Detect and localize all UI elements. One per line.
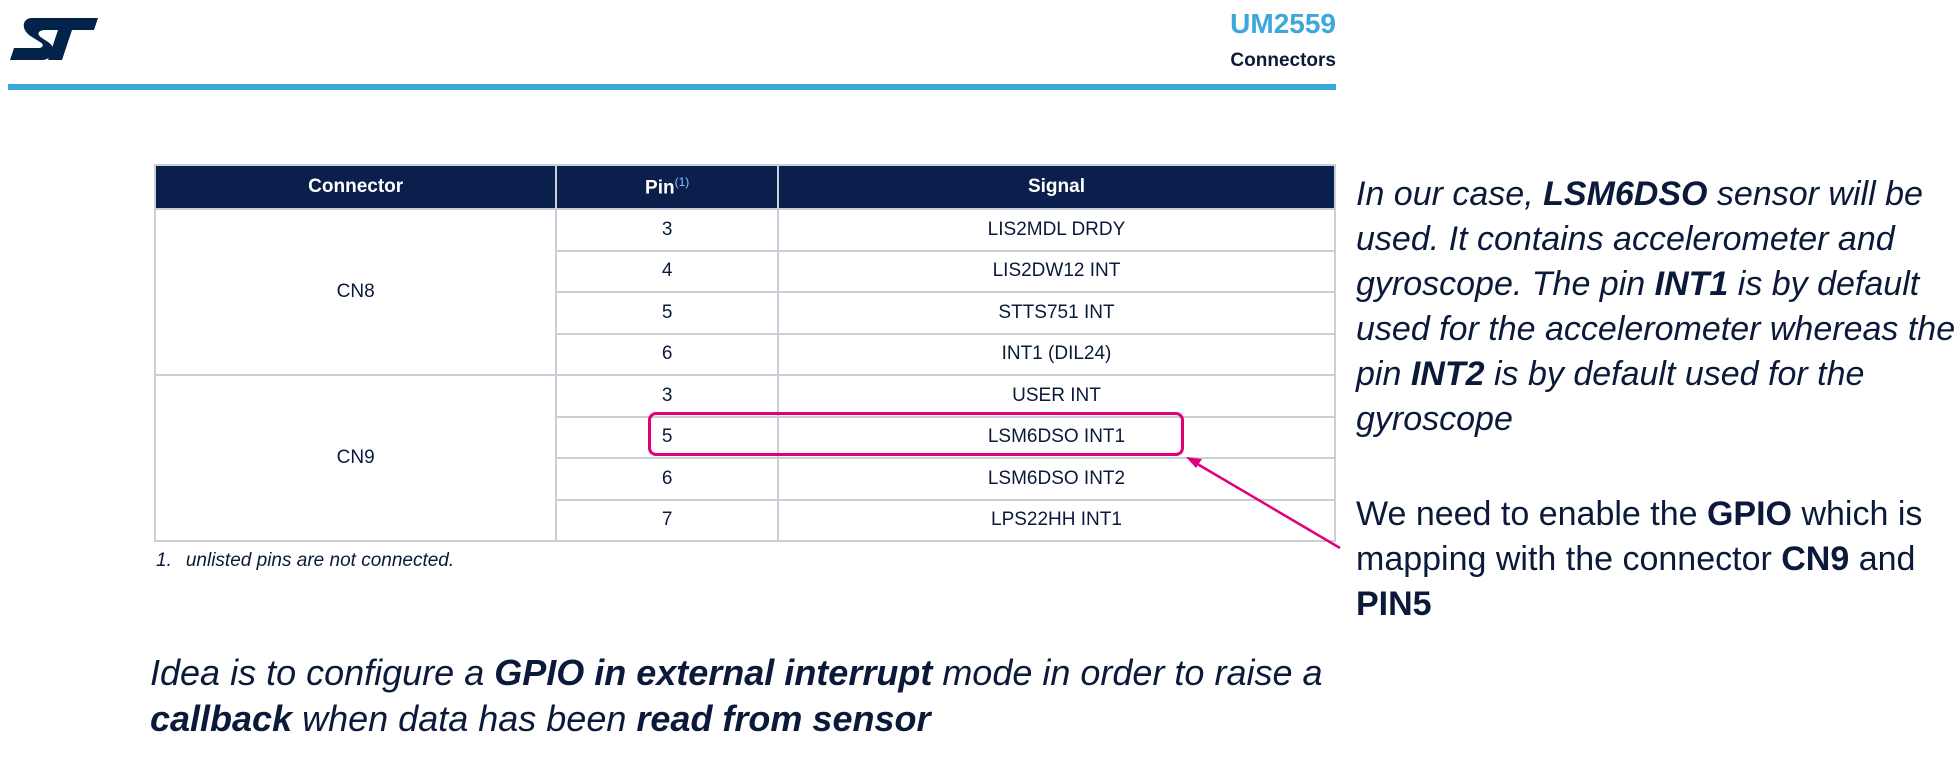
- connector-cell: CN8: [153, 208, 558, 376]
- table-row: CN9 3 USER INT: [153, 374, 1337, 542]
- table-footnote: 1. unlisted pins are not connected.: [156, 550, 454, 572]
- table-row: CN8 3 LIS2MDL DRDY: [153, 208, 1337, 376]
- signal-cell: LIS2MDL DRDY: [776, 208, 1337, 252]
- pin-cell: 6: [555, 332, 779, 376]
- signal-cell: LSM6DSO INT2: [776, 457, 1337, 501]
- signal-cell: LIS2DW12 INT: [776, 249, 1337, 293]
- pin-cell: 4: [555, 249, 779, 293]
- connector-pin-table: Connector Pin(1) Signal CN8 3 LIS2MDL DR…: [153, 164, 1337, 542]
- idea-text: Idea is to configure a GPIO in external …: [150, 652, 1323, 739]
- signal-cell: USER INT: [776, 374, 1337, 418]
- column-header-connector: Connector: [153, 164, 558, 210]
- header-divider: [8, 84, 1336, 90]
- pin-cell: 7: [555, 498, 779, 542]
- pin-cell: 3: [555, 208, 779, 252]
- pin-cell: 3: [555, 374, 779, 418]
- gpio-instruction-text: We need to enable the GPIO which is mapp…: [1356, 495, 1923, 623]
- st-logo: [10, 18, 98, 60]
- column-header-pin: Pin(1): [555, 164, 779, 210]
- sensor-explanation-text: In our case, LSM6DSO sensor will be used…: [1356, 175, 1956, 438]
- document-id: UM2559: [1230, 8, 1336, 39]
- footnote-text: unlisted pins are not connected.: [185, 550, 455, 571]
- pin-cell: 5: [555, 291, 779, 335]
- signal-cell: INT1 (DIL24): [776, 332, 1337, 376]
- column-header-signal: Signal: [776, 164, 1337, 210]
- pin-cell: 6: [555, 457, 779, 501]
- highlight-box: [648, 412, 1184, 456]
- footnote-mark: (1): [674, 174, 690, 189]
- table-header-row: Connector Pin(1) Signal: [153, 164, 1337, 210]
- footnote-number: 1.: [156, 550, 172, 571]
- section-title: Connectors: [1230, 50, 1336, 71]
- signal-cell: LPS22HH INT1: [776, 498, 1337, 542]
- connector-cell: CN9: [153, 374, 558, 542]
- signal-cell: STTS751 INT: [776, 291, 1337, 335]
